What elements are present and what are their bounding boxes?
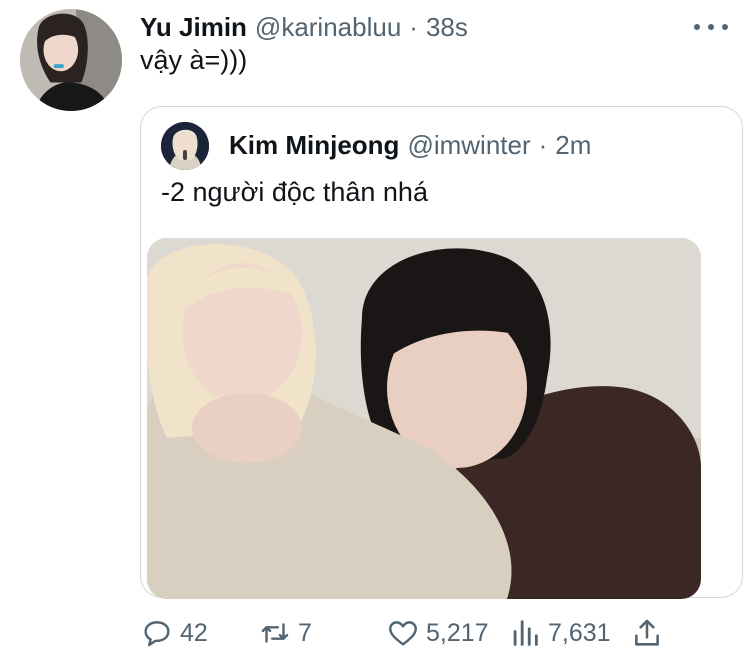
heart-icon	[389, 621, 417, 646]
more-dot	[694, 24, 700, 30]
separator-dot: ·	[409, 11, 418, 42]
media-photo-illustration	[147, 238, 701, 599]
views-button[interactable]: 7,631	[508, 610, 611, 656]
avatar-photo	[20, 9, 122, 111]
tweet-timestamp[interactable]: 38s	[426, 12, 468, 43]
reply-count: 42	[180, 618, 208, 647]
quoted-media-photo[interactable]	[147, 238, 701, 599]
reply-icon	[144, 621, 170, 647]
author-handle[interactable]: @karinabluu	[255, 12, 401, 43]
more-dot	[708, 24, 714, 30]
views-count: 7,631	[548, 618, 611, 647]
like-button[interactable]: 5,217	[386, 610, 489, 656]
quoted-tweet[interactable]: Kim Minjeong @imwinter · 2m -2 người độc…	[140, 106, 743, 599]
quoted-author-avatar[interactable]	[161, 122, 209, 170]
tweet-actions: 42 7 5,217 7,631	[140, 610, 740, 656]
quoted-avatar-photo	[161, 122, 209, 170]
share-button[interactable]	[630, 610, 664, 656]
views-icon	[513, 620, 538, 646]
share-icon	[635, 619, 659, 646]
more-horizontal-icon[interactable]	[694, 14, 728, 40]
more-dot	[722, 24, 728, 30]
quoted-timestamp[interactable]: 2m	[555, 130, 591, 161]
quoted-text: -2 người độc thân nhá	[161, 177, 428, 207]
author-avatar[interactable]	[20, 9, 122, 111]
like-count: 5,217	[426, 618, 489, 647]
retweet-count: 7	[298, 618, 312, 647]
tweet-text: vậy à=)))	[140, 45, 248, 75]
tweet-header: Yu Jimin @karinabluu · 38s	[140, 9, 468, 45]
author-name[interactable]: Yu Jimin	[140, 12, 247, 43]
quoted-author-name[interactable]: Kim Minjeong	[229, 130, 399, 161]
reply-button[interactable]: 42	[140, 610, 208, 656]
retweet-icon	[261, 623, 289, 643]
retweet-button[interactable]: 7	[258, 610, 312, 656]
quoted-header: Kim Minjeong @imwinter · 2m	[229, 127, 591, 163]
quoted-author-handle[interactable]: @imwinter	[407, 130, 530, 161]
separator-dot: ·	[538, 129, 548, 160]
